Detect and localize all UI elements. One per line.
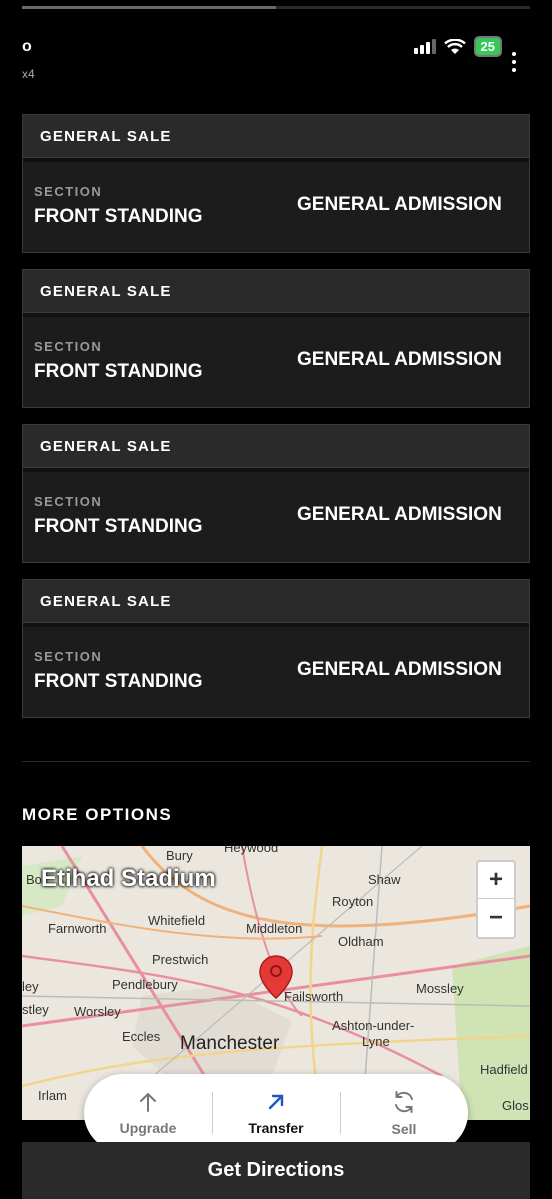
map-label: Royton: [332, 894, 374, 909]
map-label: Glos: [502, 1098, 529, 1113]
ticket-header: GENERAL SALE: [23, 580, 529, 623]
sell-button[interactable]: Sell: [340, 1074, 468, 1152]
admission-type: GENERAL ADMISSION: [297, 194, 502, 215]
map-label: Heywood: [224, 846, 279, 855]
map-label: Worsley: [74, 1004, 121, 1019]
map-label: ley: [22, 979, 39, 994]
map-label: Bury: [166, 848, 193, 863]
refresh-icon: [395, 1091, 413, 1113]
map-label-city: Manchester: [180, 1033, 280, 1054]
map-label: Mossley: [416, 981, 464, 996]
map-label: Middleton: [246, 921, 303, 936]
arrow-up-icon: [140, 1092, 156, 1112]
map-label: Lyne: [362, 1034, 390, 1049]
map-label: Pendlebury: [112, 977, 178, 992]
map-label: stley: [22, 1002, 49, 1017]
ticket-action-bar: Upgrade Transfer Sell: [84, 1074, 468, 1152]
section-value: FRONT STANDING: [34, 206, 203, 227]
ticket-count: x4: [22, 67, 35, 81]
admission-type: GENERAL ADMISSION: [297, 659, 502, 680]
section-label: SECTION: [34, 649, 103, 664]
map-pin-icon[interactable]: [258, 954, 294, 1000]
wifi-icon: [443, 38, 466, 54]
venue-name: Etihad Stadium: [41, 865, 216, 892]
map-label: Whitefield: [148, 913, 206, 928]
sell-label: Sell: [391, 1121, 417, 1137]
divider: [22, 761, 530, 762]
section-label: SECTION: [34, 184, 103, 199]
map-label: Farnworth: [48, 921, 107, 936]
progress-indicator: [22, 6, 530, 9]
zoom-out-button[interactable]: −: [478, 899, 514, 936]
zoom-in-button[interactable]: +: [478, 862, 514, 899]
ticket-card[interactable]: GENERAL SALE SECTION FRONT STANDING GENE…: [22, 579, 530, 718]
section-label: SECTION: [34, 339, 103, 354]
section-label: SECTION: [34, 494, 103, 509]
upgrade-label: Upgrade: [119, 1120, 177, 1136]
transfer-button[interactable]: Transfer: [212, 1074, 340, 1152]
section-value: FRONT STANDING: [34, 516, 203, 537]
signal-icon: [413, 39, 436, 54]
arrow-up-right-icon: [268, 1094, 284, 1110]
section-value: FRONT STANDING: [34, 361, 203, 382]
map-label: Ashton-under-: [332, 1018, 415, 1033]
map-label: Shaw: [368, 872, 401, 887]
more-options-title: MORE OPTIONS: [22, 805, 173, 824]
map-label: Irlam: [38, 1088, 67, 1103]
ticket-card[interactable]: GENERAL SALE SECTION FRONT STANDING GENE…: [22, 424, 530, 563]
get-directions-button[interactable]: Get Directions: [22, 1142, 530, 1199]
status-bar: o x4 25: [0, 30, 552, 81]
map-label: Prestwich: [152, 952, 209, 967]
upgrade-button[interactable]: Upgrade: [84, 1074, 212, 1152]
ticket-card[interactable]: GENERAL SALE SECTION FRONT STANDING GENE…: [22, 114, 530, 253]
admission-type: GENERAL ADMISSION: [297, 349, 502, 370]
ticket-header: GENERAL SALE: [23, 270, 529, 313]
ticket-header: GENERAL SALE: [23, 425, 529, 468]
map-label: Hadfield: [480, 1062, 528, 1077]
status-time: o: [22, 38, 32, 55]
more-menu-icon[interactable]: [512, 52, 516, 72]
map-label: Oldham: [338, 934, 384, 949]
section-value: FRONT STANDING: [34, 671, 203, 692]
admission-type: GENERAL ADMISSION: [297, 504, 502, 525]
map-label: Bo: [26, 872, 42, 887]
map-label: Eccles: [122, 1029, 161, 1044]
battery-icon: 25: [473, 36, 502, 57]
transfer-label: Transfer: [248, 1120, 304, 1136]
ticket-card[interactable]: GENERAL SALE SECTION FRONT STANDING GENE…: [22, 269, 530, 408]
map-zoom-control: + −: [476, 860, 516, 939]
ticket-header: GENERAL SALE: [23, 115, 529, 158]
